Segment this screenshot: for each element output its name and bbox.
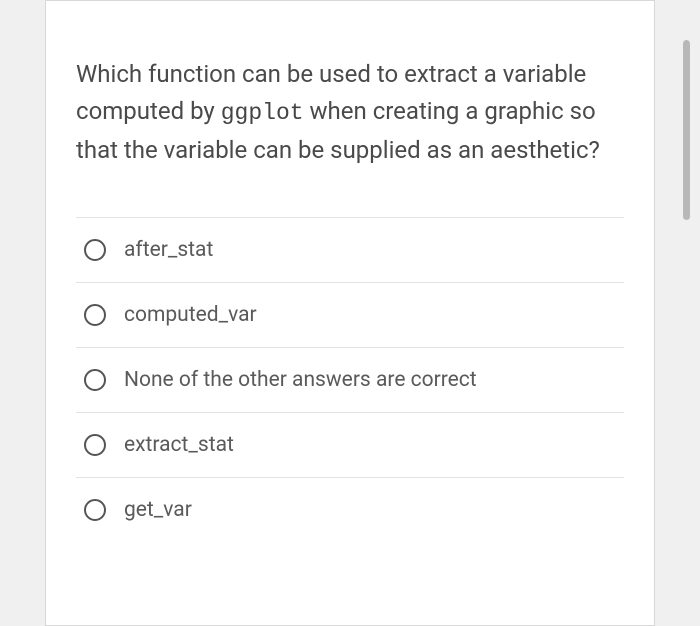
- question-card: Which function can be used to extract a …: [45, 0, 655, 626]
- option-3[interactable]: extract_stat: [76, 412, 624, 477]
- option-2[interactable]: None of the other answers are correct: [76, 347, 624, 412]
- radio-icon[interactable]: [84, 434, 106, 456]
- question-code: ggplot: [221, 100, 304, 126]
- option-0[interactable]: after_stat: [76, 217, 624, 282]
- option-label: computed_var: [124, 303, 257, 327]
- option-label: get_var: [124, 498, 192, 522]
- option-1[interactable]: computed_var: [76, 282, 624, 347]
- options-list: after_stat computed_var None of the othe…: [76, 217, 624, 542]
- option-label: None of the other answers are correct: [124, 368, 477, 392]
- radio-icon[interactable]: [84, 369, 106, 391]
- scrollbar-track[interactable]: [682, 0, 690, 626]
- radio-icon[interactable]: [84, 499, 106, 521]
- question-text: Which function can be used to extract a …: [76, 56, 624, 169]
- option-4[interactable]: get_var: [76, 477, 624, 542]
- option-label: after_stat: [124, 238, 213, 262]
- option-label: extract_stat: [124, 433, 234, 457]
- radio-icon[interactable]: [84, 304, 106, 326]
- radio-icon[interactable]: [84, 239, 106, 261]
- scrollbar-thumb[interactable]: [683, 40, 690, 220]
